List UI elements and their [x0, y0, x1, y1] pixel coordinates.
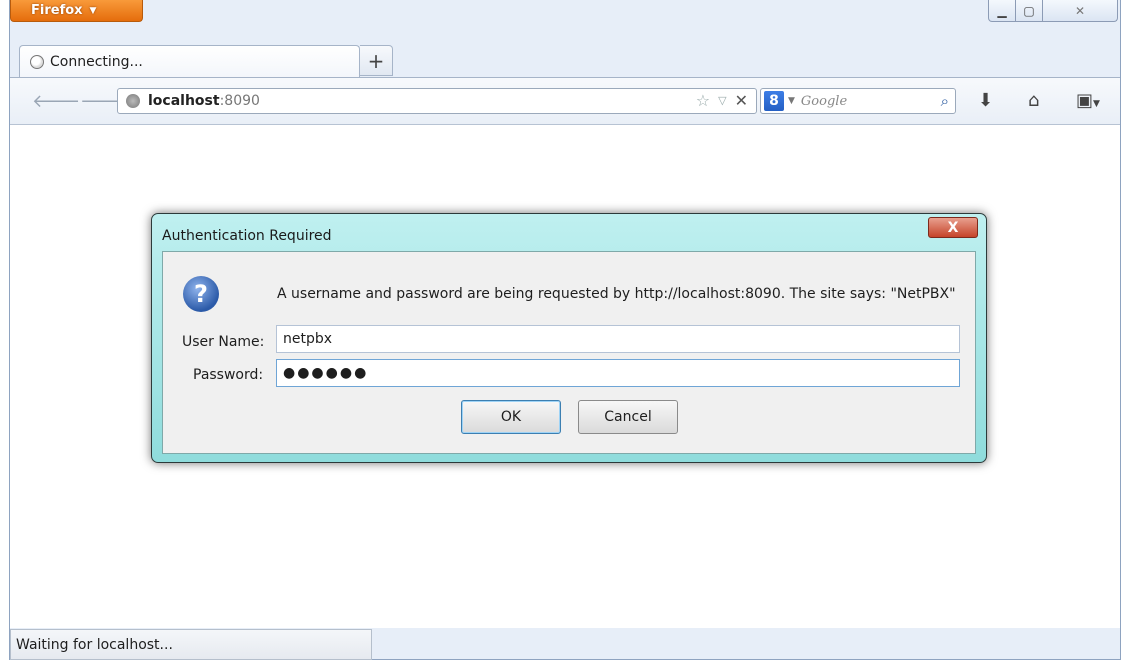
- search-engine-badge[interactable]: 8: [764, 91, 784, 111]
- maximize-button[interactable]: ▢: [1015, 0, 1043, 22]
- password-field[interactable]: ●●●●●●: [276, 359, 960, 387]
- back-arrow-icon[interactable]: 🡐: [32, 91, 80, 112]
- firefox-menu-button[interactable]: Firefox ▼: [10, 0, 143, 22]
- auth-dialog: Authentication Required X ? A username a…: [151, 213, 987, 463]
- password-value: ●●●●●●: [283, 365, 369, 381]
- search-input[interactable]: Google: [801, 94, 847, 109]
- plus-icon: +: [367, 48, 385, 73]
- dialog-message: A username and password are being reques…: [277, 286, 956, 302]
- username-label: User Name:: [182, 334, 265, 350]
- minimize-button[interactable]: ▁: [988, 0, 1016, 22]
- new-tab-button[interactable]: +: [360, 45, 393, 76]
- url-bar-actions: ☆ ▽ ✕: [696, 91, 748, 110]
- dialog-body: ? A username and password are being requ…: [162, 251, 976, 454]
- search-icon[interactable]: ⌕: [941, 92, 949, 110]
- status-bar: Waiting for localhost...: [10, 629, 372, 660]
- tab-title: Connecting...: [50, 54, 143, 70]
- status-text: Waiting for localhost...: [16, 636, 173, 653]
- username-value: netpbx: [283, 331, 333, 347]
- cancel-label: Cancel: [604, 409, 652, 425]
- search-bar[interactable]: 8 ▼ Google ⌕: [760, 88, 956, 114]
- dialog-close-button[interactable]: X: [928, 217, 978, 238]
- question-icon: ?: [183, 276, 219, 312]
- home-icon[interactable]: ⌂: [1028, 90, 1039, 111]
- ok-button[interactable]: OK: [461, 400, 561, 434]
- history-dropdown-icon[interactable]: ▽: [718, 91, 726, 110]
- dropdown-triangle-icon: ▼: [89, 5, 97, 16]
- bookmarks-menu-icon[interactable]: ▣▼: [1076, 90, 1100, 111]
- firefox-menu-label: Firefox: [31, 3, 83, 18]
- navigation-toolbar: 🡐 🡒 localhost:8090 ☆ ▽ ✕ 8 ▼ Google ⌕ ⬇ …: [10, 77, 1120, 125]
- window-close-button[interactable]: ✕: [1042, 0, 1118, 22]
- cancel-button[interactable]: Cancel: [578, 400, 678, 434]
- url-bar[interactable]: localhost:8090 ☆ ▽ ✕: [117, 88, 757, 114]
- loading-spinner-icon: [30, 55, 44, 69]
- download-arrow-icon[interactable]: ⬇: [978, 90, 993, 111]
- password-label: Password:: [193, 367, 264, 383]
- stop-icon[interactable]: ✕: [735, 91, 748, 110]
- star-icon[interactable]: ☆: [696, 91, 710, 110]
- close-icon: X: [947, 219, 959, 236]
- username-field[interactable]: netpbx: [276, 325, 960, 353]
- url-host: localhost: [148, 93, 220, 109]
- dialog-title: Authentication Required: [162, 228, 332, 244]
- ok-label: OK: [500, 409, 522, 425]
- search-engine-dropdown-icon[interactable]: ▼: [788, 96, 795, 106]
- url-port: :8090: [219, 93, 260, 109]
- tab-connecting[interactable]: Connecting...: [19, 45, 360, 78]
- globe-icon: [126, 94, 140, 108]
